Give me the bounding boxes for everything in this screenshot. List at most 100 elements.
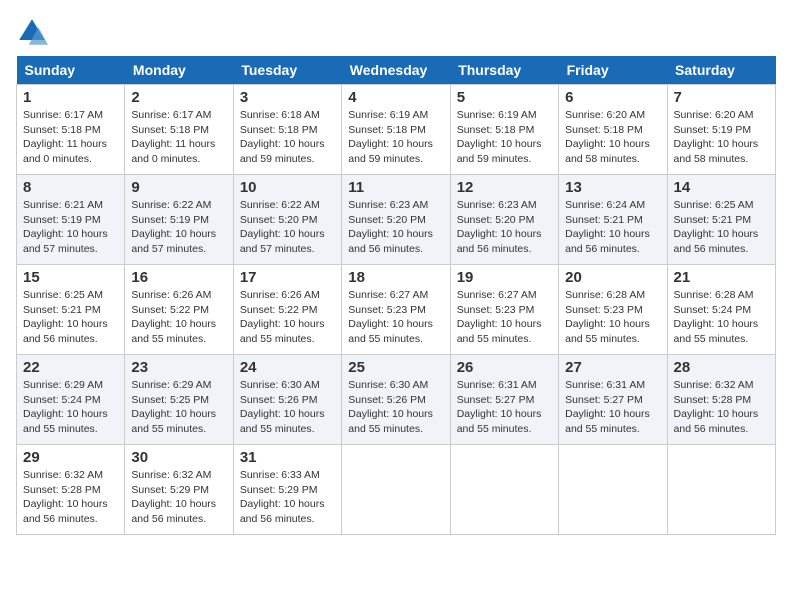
- calendar-cell: 11 Sunrise: 6:23 AMSunset: 5:20 PMDayligh…: [342, 175, 450, 265]
- calendar-table: SundayMondayTuesdayWednesdayThursdayFrid…: [16, 56, 776, 535]
- day-number: 29: [23, 449, 118, 466]
- day-info: Sunrise: 6:20 AMSunset: 5:19 PMDaylight:…: [674, 108, 769, 167]
- day-number: 22: [23, 359, 118, 376]
- day-info: Sunrise: 6:30 AMSunset: 5:26 PMDaylight:…: [348, 378, 443, 437]
- day-info: Sunrise: 6:26 AMSunset: 5:22 PMDaylight:…: [131, 288, 226, 347]
- day-info: Sunrise: 6:25 AMSunset: 5:21 PMDaylight:…: [23, 288, 118, 347]
- day-number: 27: [565, 359, 660, 376]
- weekday-header-monday: Monday: [125, 56, 233, 85]
- calendar-cell: 18Sunrise: 6:27 AMSunset: 5:23 PMDayligh…: [342, 265, 450, 355]
- calendar-week-row: 8Sunrise: 6:21 AMSunset: 5:19 PMDaylight…: [17, 175, 776, 265]
- day-number: 16: [131, 269, 226, 286]
- day-number: 7: [674, 89, 769, 106]
- weekday-header-tuesday: Tuesday: [233, 56, 341, 85]
- day-number: 20: [565, 269, 660, 286]
- calendar-cell: [559, 445, 667, 535]
- day-number: 28: [674, 359, 769, 376]
- calendar-cell: 4 Sunrise: 6:19 AMSunset: 5:18 PMDaylight…: [342, 85, 450, 175]
- calendar-cell: 19Sunrise: 6:27 AMSunset: 5:23 PMDayligh…: [450, 265, 558, 355]
- calendar-cell: 10 Sunrise: 6:22 AMSunset: 5:20 PMDayligh…: [233, 175, 341, 265]
- day-info: Sunrise: 6:29 AMSunset: 5:24 PMDaylight:…: [23, 378, 118, 437]
- day-info: Sunrise: 6:19 AMSunset: 5:18 PMDaylight:…: [348, 108, 443, 167]
- weekday-header-friday: Friday: [559, 56, 667, 85]
- calendar-cell: 12Sunrise: 6:23 AMSunset: 5:20 PMDayligh…: [450, 175, 558, 265]
- header: [16, 16, 776, 48]
- day-number: 14: [674, 179, 769, 196]
- calendar-cell: 31 Sunrise: 6:33 AMSunset: 5:29 PMDayligh…: [233, 445, 341, 535]
- day-number: 24: [240, 359, 335, 376]
- day-number: 2: [131, 89, 226, 106]
- day-info: Sunrise: 6:21 AMSunset: 5:19 PMDaylight:…: [23, 198, 118, 257]
- calendar-cell: 9 Sunrise: 6:22 AMSunset: 5:19 PMDaylight…: [125, 175, 233, 265]
- weekday-header-saturday: Saturday: [667, 56, 775, 85]
- day-info: Sunrise: 6:32 AMSunset: 5:28 PMDaylight:…: [674, 378, 769, 437]
- day-info: Sunrise: 6:17 AMSunset: 5:18 PMDaylight:…: [131, 108, 226, 167]
- day-info: Sunrise: 6:24 AMSunset: 5:21 PMDaylight:…: [565, 198, 660, 257]
- calendar-cell: 21 Sunrise: 6:28 AMSunset: 5:24 PMDayligh…: [667, 265, 775, 355]
- day-number: 21: [674, 269, 769, 286]
- calendar-cell: 23Sunrise: 6:29 AMSunset: 5:25 PMDayligh…: [125, 355, 233, 445]
- day-info: Sunrise: 6:23 AMSunset: 5:20 PMDaylight:…: [457, 198, 552, 257]
- day-info: Sunrise: 6:30 AMSunset: 5:26 PMDaylight:…: [240, 378, 335, 437]
- calendar-cell: 6 Sunrise: 6:20 AMSunset: 5:18 PMDaylight…: [559, 85, 667, 175]
- day-number: 9: [131, 179, 226, 196]
- weekday-header-sunday: Sunday: [17, 56, 125, 85]
- day-number: 31: [240, 449, 335, 466]
- day-number: 26: [457, 359, 552, 376]
- weekday-header-thursday: Thursday: [450, 56, 558, 85]
- calendar-cell: [667, 445, 775, 535]
- calendar-cell: 17 Sunrise: 6:26 AMSunset: 5:22 PMDayligh…: [233, 265, 341, 355]
- day-number: 3: [240, 89, 335, 106]
- calendar-week-row: 1 Sunrise: 6:17 AMSunset: 5:18 PMDaylight…: [17, 85, 776, 175]
- day-info: Sunrise: 6:22 AMSunset: 5:19 PMDaylight:…: [131, 198, 226, 257]
- day-number: 4: [348, 89, 443, 106]
- day-info: Sunrise: 6:22 AMSunset: 5:20 PMDaylight:…: [240, 198, 335, 257]
- calendar-cell: [342, 445, 450, 535]
- day-number: 1: [23, 89, 118, 106]
- calendar-week-row: 29 Sunrise: 6:32 AMSunset: 5:28 PMDayligh…: [17, 445, 776, 535]
- day-info: Sunrise: 6:31 AMSunset: 5:27 PMDaylight:…: [565, 378, 660, 437]
- calendar-cell: 3Sunrise: 6:18 AMSunset: 5:18 PMDaylight…: [233, 85, 341, 175]
- calendar-cell: 7 Sunrise: 6:20 AMSunset: 5:19 PMDaylight…: [667, 85, 775, 175]
- day-number: 15: [23, 269, 118, 286]
- day-info: Sunrise: 6:31 AMSunset: 5:27 PMDaylight:…: [457, 378, 552, 437]
- weekday-header-wednesday: Wednesday: [342, 56, 450, 85]
- calendar-cell: 22 Sunrise: 6:29 AMSunset: 5:24 PMDayligh…: [17, 355, 125, 445]
- day-info: Sunrise: 6:17 AMSunset: 5:18 PMDaylight:…: [23, 108, 118, 167]
- calendar-cell: [450, 445, 558, 535]
- calendar-cell: 25 Sunrise: 6:30 AMSunset: 5:26 PMDayligh…: [342, 355, 450, 445]
- day-info: Sunrise: 6:32 AMSunset: 5:28 PMDaylight:…: [23, 468, 118, 527]
- day-info: Sunrise: 6:28 AMSunset: 5:24 PMDaylight:…: [674, 288, 769, 347]
- calendar-cell: 24 Sunrise: 6:30 AMSunset: 5:26 PMDayligh…: [233, 355, 341, 445]
- calendar-cell: 2 Sunrise: 6:17 AMSunset: 5:18 PMDaylight…: [125, 85, 233, 175]
- calendar-cell: 5 Sunrise: 6:19 AMSunset: 5:18 PMDaylight…: [450, 85, 558, 175]
- day-number: 10: [240, 179, 335, 196]
- day-info: Sunrise: 6:32 AMSunset: 5:29 PMDaylight:…: [131, 468, 226, 527]
- day-info: Sunrise: 6:26 AMSunset: 5:22 PMDaylight:…: [240, 288, 335, 347]
- day-number: 25: [348, 359, 443, 376]
- day-info: Sunrise: 6:28 AMSunset: 5:23 PMDaylight:…: [565, 288, 660, 347]
- day-info: Sunrise: 6:29 AMSunset: 5:25 PMDaylight:…: [131, 378, 226, 437]
- calendar-cell: 28 Sunrise: 6:32 AMSunset: 5:28 PMDayligh…: [667, 355, 775, 445]
- day-number: 17: [240, 269, 335, 286]
- calendar-cell: 16 Sunrise: 6:26 AMSunset: 5:22 PMDayligh…: [125, 265, 233, 355]
- day-info: Sunrise: 6:27 AMSunset: 5:23 PMDaylight:…: [348, 288, 443, 347]
- day-number: 5: [457, 89, 552, 106]
- day-info: Sunrise: 6:33 AMSunset: 5:29 PMDaylight:…: [240, 468, 335, 527]
- day-info: Sunrise: 6:23 AMSunset: 5:20 PMDaylight:…: [348, 198, 443, 257]
- calendar-cell: 14Sunrise: 6:25 AMSunset: 5:21 PMDayligh…: [667, 175, 775, 265]
- calendar-cell: 15 Sunrise: 6:25 AMSunset: 5:21 PMDayligh…: [17, 265, 125, 355]
- day-number: 11: [348, 179, 443, 196]
- calendar-cell: 8Sunrise: 6:21 AMSunset: 5:19 PMDaylight…: [17, 175, 125, 265]
- calendar-week-row: 15 Sunrise: 6:25 AMSunset: 5:21 PMDayligh…: [17, 265, 776, 355]
- day-info: Sunrise: 6:19 AMSunset: 5:18 PMDaylight:…: [457, 108, 552, 167]
- day-number: 13: [565, 179, 660, 196]
- day-info: Sunrise: 6:20 AMSunset: 5:18 PMDaylight:…: [565, 108, 660, 167]
- weekday-header-row: SundayMondayTuesdayWednesdayThursdayFrid…: [17, 56, 776, 85]
- day-number: 6: [565, 89, 660, 106]
- day-info: Sunrise: 6:27 AMSunset: 5:23 PMDaylight:…: [457, 288, 552, 347]
- logo: [16, 16, 52, 48]
- calendar-cell: 26 Sunrise: 6:31 AMSunset: 5:27 PMDayligh…: [450, 355, 558, 445]
- calendar-cell: 30Sunrise: 6:32 AMSunset: 5:29 PMDayligh…: [125, 445, 233, 535]
- calendar-week-row: 22 Sunrise: 6:29 AMSunset: 5:24 PMDayligh…: [17, 355, 776, 445]
